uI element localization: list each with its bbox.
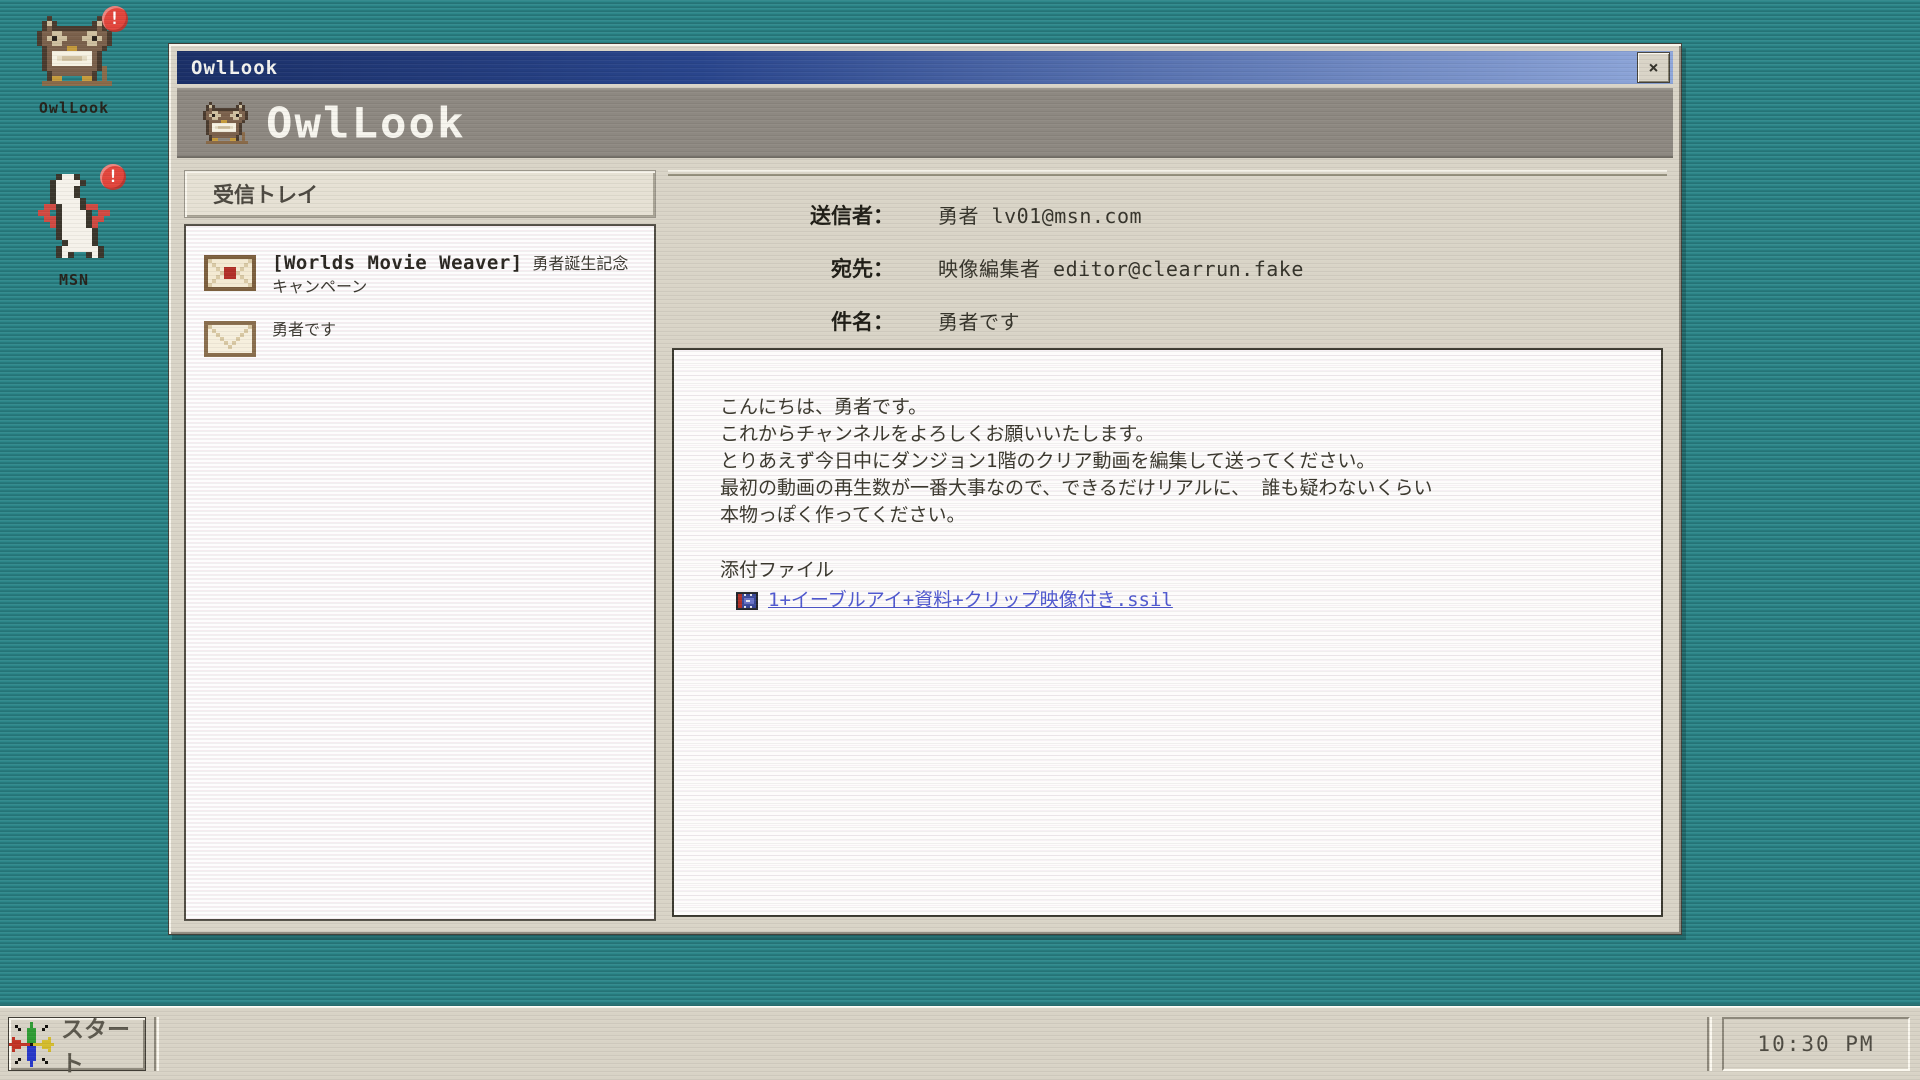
attachments-label: 添付ファイル (720, 557, 1615, 584)
close-button[interactable]: × (1637, 52, 1670, 83)
window-titlebar[interactable]: OwlLook × (177, 51, 1673, 84)
body-line: とりあえず今日中にダンジョン1階のクリア動画を編集して送ってください。 (720, 448, 1615, 475)
inbox-header: 受信トレイ (184, 170, 656, 218)
desktop: ! OwlLook ! MSN OwlLook × OwlLook 受信トレイ (0, 0, 1920, 1080)
mail-subject-bold: [Worlds Movie Weaver] (272, 252, 523, 274)
attachment-row: 1+イーブルアイ+資料+クリップ映像付き.ssil (736, 587, 1615, 614)
owl-icon (37, 16, 112, 86)
desktop-icon-owllook[interactable]: ! OwlLook (16, 16, 132, 117)
clock-text: 10:30 PM (1757, 1032, 1874, 1056)
attachment-link[interactable]: 1+イーブルアイ+資料+クリップ映像付き.ssil (768, 587, 1173, 614)
alert-badge-icon: ! (102, 6, 128, 32)
mail-subject: [Worlds Movie Weaver] 勇者誕生記念キャンペーン (272, 252, 636, 298)
window-title: OwlLook (191, 57, 278, 79)
message-panel: 送信者： 勇者 lv01@msn.com 宛先： 映像編集者 editor@cl… (668, 170, 1667, 921)
app-title: OwlLook (266, 99, 465, 147)
taskbar: スタート 10:30 PM (0, 1008, 1920, 1080)
open-envelope-icon (204, 321, 256, 357)
owl-logo-icon (203, 102, 248, 144)
start-star-icon (9, 1022, 54, 1067)
app-header: OwlLook (177, 88, 1673, 158)
mail-subject-rest: 勇者です (272, 320, 336, 339)
to-label: 宛先： (668, 253, 894, 283)
subject-label: 件名： (668, 306, 894, 336)
mail-header-row-from: 送信者： 勇者 lv01@msn.com (668, 200, 1667, 230)
close-icon: × (1648, 58, 1658, 78)
mail-body: こんにちは、勇者です。 これからチャンネルをよろしくお願いいたします。 とりあえ… (672, 348, 1663, 917)
system-tray-clock: 10:30 PM (1722, 1017, 1910, 1071)
subject-value: 勇者です (938, 306, 1020, 335)
mail-headers: 送信者： 勇者 lv01@msn.com 宛先： 映像編集者 editor@cl… (668, 200, 1667, 359)
mail-header-row-to: 宛先： 映像編集者 editor@clearrun.fake (668, 253, 1667, 283)
inbox-panel: 受信トレイ [Worlds Movie Weaver] 勇者誕生記念キャンペーン… (184, 170, 656, 921)
taskbar-separator (154, 1017, 159, 1071)
mail-subject: 勇者です (272, 318, 336, 341)
list-item-read-mail[interactable]: 勇者です (196, 308, 644, 367)
start-button-label: スタート (61, 1010, 145, 1078)
mail-header-row-subject: 件名： 勇者です (668, 306, 1667, 336)
from-value: 勇者 lv01@msn.com (938, 200, 1142, 229)
list-item-unread-mail[interactable]: [Worlds Movie Weaver] 勇者誕生記念キャンペーン (196, 242, 644, 308)
inbox-header-label: 受信トレイ (213, 179, 318, 209)
inbox-message-list: [Worlds Movie Weaver] 勇者誕生記念キャンペーン 勇者です (184, 224, 656, 921)
body-line: 本物っぽく作ってください。 (720, 502, 1615, 529)
body-line: こんにちは、勇者です。 (720, 394, 1615, 421)
owllook-window: OwlLook × OwlLook 受信トレイ [Worlds Movie We… (168, 43, 1682, 935)
taskbar-separator (1707, 1017, 1712, 1071)
desktop-icon-msn[interactable]: ! MSN (16, 174, 132, 289)
panel-divider (668, 170, 1667, 176)
scroll-icon (38, 174, 110, 258)
from-label: 送信者： (668, 200, 894, 230)
start-button[interactable]: スタート (8, 1017, 146, 1071)
sealed-envelope-icon (204, 255, 256, 291)
desktop-icon-label: OwlLook (16, 99, 132, 117)
body-line: これからチャンネルをよろしくお願いいたします。 (720, 421, 1615, 448)
body-line: 最初の動画の再生数が一番大事なので、できるだけリアルに、 誰も疑わないくらい (720, 475, 1615, 502)
film-clip-icon (736, 592, 758, 610)
desktop-icon-label: MSN (16, 271, 132, 289)
to-value: 映像編集者 editor@clearrun.fake (938, 253, 1304, 282)
alert-badge-icon: ! (100, 164, 126, 190)
